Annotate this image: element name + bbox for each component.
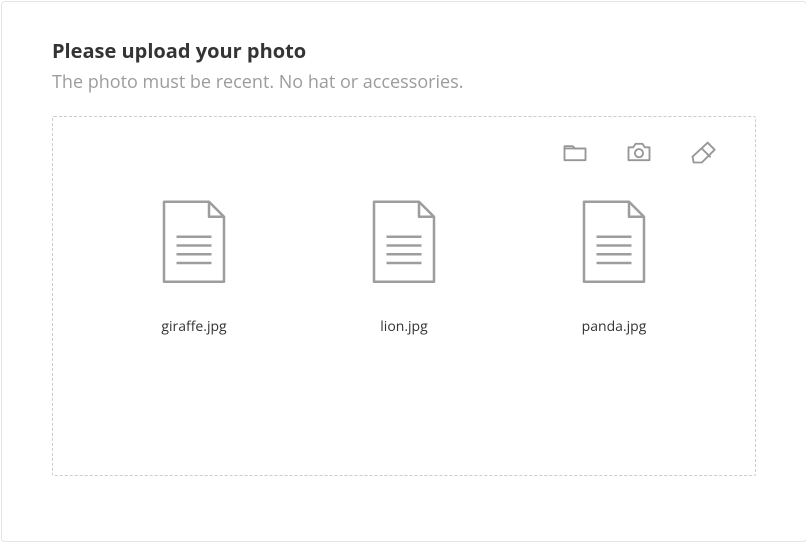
upload-card: Please upload your photo The photo must … [1,1,806,542]
eraser-icon [689,138,717,166]
browse-button[interactable] [558,135,592,169]
file-item[interactable]: lion.jpg [344,199,464,336]
file-icon [159,199,229,287]
toolbar [53,117,755,169]
file-name: panda.jpg [582,317,647,336]
file-name: lion.jpg [380,317,427,336]
dropzone[interactable]: giraffe.jpg lion.jpg [52,116,756,476]
file-item[interactable]: panda.jpg [554,199,674,336]
erase-button[interactable] [686,135,720,169]
upload-subtitle: The photo must be recent. No hat or acce… [52,70,756,94]
file-name: giraffe.jpg [161,317,226,336]
camera-icon [625,138,653,166]
folder-open-icon [561,138,589,166]
file-icon [579,199,649,287]
file-icon [369,199,439,287]
camera-button[interactable] [622,135,656,169]
file-item[interactable]: giraffe.jpg [134,199,254,336]
upload-title: Please upload your photo [52,37,756,64]
file-list: giraffe.jpg lion.jpg [53,199,755,336]
